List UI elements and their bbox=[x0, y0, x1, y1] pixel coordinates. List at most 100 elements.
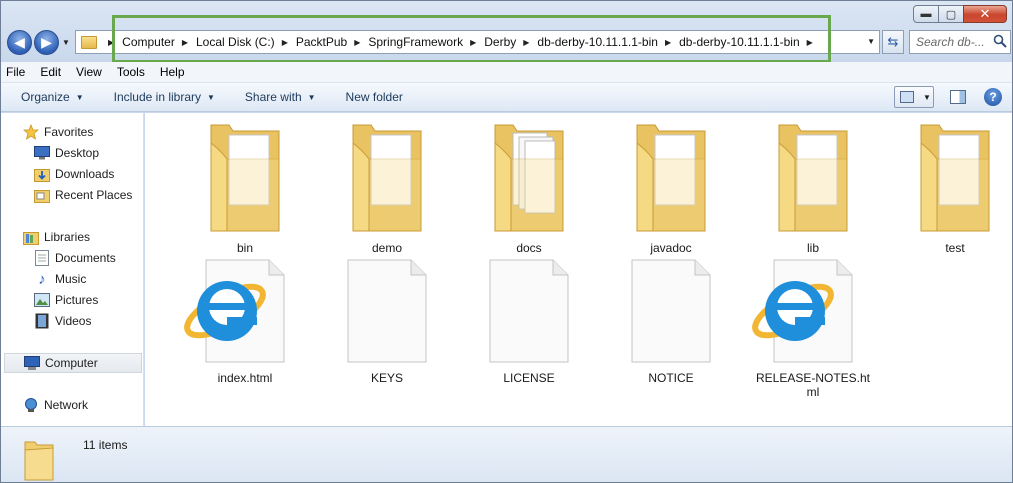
change-view-button[interactable]: ▼ bbox=[894, 86, 934, 108]
nav-computer-label: Computer bbox=[45, 356, 98, 370]
view-icon bbox=[900, 91, 914, 103]
nav-desktop-label: Desktop bbox=[55, 146, 100, 160]
menu-help[interactable]: Help bbox=[160, 65, 185, 79]
crumb-computer[interactable]: Computer bbox=[122, 35, 175, 49]
menu-file[interactable]: File bbox=[6, 65, 25, 79]
file-name: index.html bbox=[217, 371, 273, 385]
maximize-button[interactable]: ▢ bbox=[938, 5, 964, 23]
nav-libraries[interactable]: Libraries bbox=[23, 227, 90, 247]
search-box[interactable] bbox=[909, 30, 1011, 54]
blank-file-icon bbox=[631, 259, 711, 363]
nav-documents[interactable]: Documents bbox=[34, 248, 116, 268]
documents-icon bbox=[34, 250, 50, 266]
file-name: bin bbox=[236, 241, 253, 255]
chevron-down-icon: ▼ bbox=[307, 92, 316, 102]
help-icon[interactable]: ? bbox=[984, 88, 1002, 106]
file-item[interactable]: LICENSE bbox=[464, 259, 594, 385]
search-input[interactable] bbox=[916, 35, 996, 49]
folder-icon bbox=[23, 436, 55, 483]
toolbar-right: ▼ ? bbox=[894, 86, 1002, 108]
recent-places-icon bbox=[34, 187, 50, 203]
file-item[interactable]: NOTICE bbox=[606, 259, 736, 385]
file-item[interactable]: test bbox=[890, 119, 1013, 255]
crumb-derby[interactable]: Derby bbox=[484, 35, 516, 49]
folder-icon bbox=[773, 119, 853, 237]
chevron-right-icon[interactable]: ▶ bbox=[182, 38, 188, 47]
share-with-button[interactable]: Share with ▼ bbox=[245, 90, 316, 104]
folder-icon bbox=[205, 119, 285, 237]
blank-file-icon bbox=[347, 259, 427, 363]
file-item[interactable]: RELEASE-NOTES.html bbox=[748, 259, 878, 399]
forward-button[interactable]: ▶ bbox=[34, 30, 59, 55]
menu-edit[interactable]: Edit bbox=[40, 65, 61, 79]
crumb-packtpub[interactable]: PacktPub bbox=[296, 35, 347, 49]
pictures-icon bbox=[34, 292, 50, 308]
computer-icon bbox=[24, 355, 40, 371]
crumb-springframework[interactable]: SpringFramework bbox=[368, 35, 463, 49]
nav-downloads[interactable]: Downloads bbox=[34, 164, 114, 184]
chevron-right-icon[interactable]: ▶ bbox=[470, 38, 476, 47]
nav-downloads-label: Downloads bbox=[55, 167, 115, 181]
organize-label: Organize bbox=[21, 90, 70, 104]
folder-icon bbox=[915, 119, 995, 237]
refresh-icon: ⇆ bbox=[887, 34, 899, 49]
menu-view[interactable]: View bbox=[76, 65, 102, 79]
organize-button[interactable]: Organize ▼ bbox=[21, 90, 84, 104]
chevron-right-icon[interactable]: ▶ bbox=[665, 38, 671, 47]
nav-desktop[interactable]: Desktop bbox=[34, 143, 99, 163]
minimize-button[interactable]: ▬ bbox=[913, 5, 939, 23]
navigation-pane: Favorites Desktop Downloads Recent Place… bbox=[1, 113, 144, 426]
recent-pages-dropdown[interactable]: ▼ bbox=[62, 38, 70, 47]
crumb-db-derby-current[interactable]: db-derby-10.11.1.1-bin bbox=[679, 35, 800, 49]
libraries-icon bbox=[23, 229, 39, 245]
forward-arrow-icon: ▶ bbox=[41, 34, 52, 50]
status-bar: 11 items bbox=[1, 426, 1012, 482]
blank-file-icon bbox=[489, 259, 569, 363]
refresh-button[interactable]: ⇆ bbox=[882, 30, 904, 54]
navigation-bar: ◀ ▶ ▼ ▶ Computer ▶ Local Disk (C:) ▶ Pac… bbox=[5, 29, 1011, 57]
nav-computer[interactable]: Computer bbox=[4, 353, 142, 373]
nav-network-label: Network bbox=[44, 398, 89, 412]
file-item[interactable]: javadoc bbox=[606, 119, 736, 255]
nav-recent-places[interactable]: Recent Places bbox=[34, 185, 132, 205]
back-button[interactable]: ◀ bbox=[7, 30, 32, 55]
file-name: LICENSE bbox=[503, 371, 555, 385]
nav-videos[interactable]: Videos bbox=[34, 311, 91, 331]
preview-pane-icon[interactable] bbox=[950, 90, 966, 104]
include-in-library-button[interactable]: Include in library ▼ bbox=[114, 90, 215, 104]
chevron-down-icon[interactable]: ▼ bbox=[923, 93, 931, 102]
chevron-right-icon[interactable]: ▶ bbox=[282, 38, 288, 47]
file-item[interactable]: demo bbox=[322, 119, 452, 255]
nav-libraries-label: Libraries bbox=[44, 230, 91, 244]
new-folder-label: New folder bbox=[345, 90, 403, 104]
nav-pictures[interactable]: Pictures bbox=[34, 290, 98, 310]
file-item[interactable]: lib bbox=[748, 119, 878, 255]
address-bar[interactable]: ▶ Computer ▶ Local Disk (C:) ▶ PacktPub … bbox=[75, 30, 880, 54]
breadcrumb: ▶ Computer ▶ Local Disk (C:) ▶ PacktPub … bbox=[101, 35, 821, 49]
chevron-right-icon[interactable]: ▶ bbox=[354, 38, 360, 47]
chevron-down-icon[interactable]: ▼ bbox=[867, 37, 875, 46]
close-button[interactable]: ✕ bbox=[963, 5, 1007, 23]
nav-music-label: Music bbox=[55, 272, 87, 286]
nav-favorites[interactable]: Favorites bbox=[23, 122, 93, 142]
crumb-db-derby-parent[interactable]: db-derby-10.11.1.1-bin bbox=[537, 35, 658, 49]
chevron-right-icon[interactable]: ▶ bbox=[807, 38, 813, 47]
folder-icon bbox=[81, 35, 97, 49]
chevron-down-icon: ▼ bbox=[207, 92, 215, 102]
share-with-label: Share with bbox=[244, 90, 302, 104]
item-count: 11 items bbox=[83, 438, 128, 452]
file-item[interactable]: bin bbox=[180, 119, 310, 255]
menu-tools[interactable]: Tools bbox=[117, 65, 145, 79]
network-icon bbox=[23, 397, 39, 413]
search-icon[interactable] bbox=[993, 34, 1007, 48]
nav-network[interactable]: Network bbox=[23, 395, 88, 415]
file-item[interactable]: index.html bbox=[180, 259, 310, 385]
new-folder-button[interactable]: New folder bbox=[346, 90, 403, 104]
file-item[interactable]: docs bbox=[464, 119, 594, 255]
chevron-right-icon[interactable]: ▶ bbox=[523, 38, 529, 47]
file-item[interactable]: KEYS bbox=[322, 259, 452, 385]
nav-music[interactable]: ♪ Music bbox=[34, 269, 86, 289]
crumb-local-disk[interactable]: Local Disk (C:) bbox=[196, 35, 275, 49]
ie-html-icon bbox=[743, 259, 853, 363]
chevron-right-icon[interactable]: ▶ bbox=[108, 38, 114, 47]
